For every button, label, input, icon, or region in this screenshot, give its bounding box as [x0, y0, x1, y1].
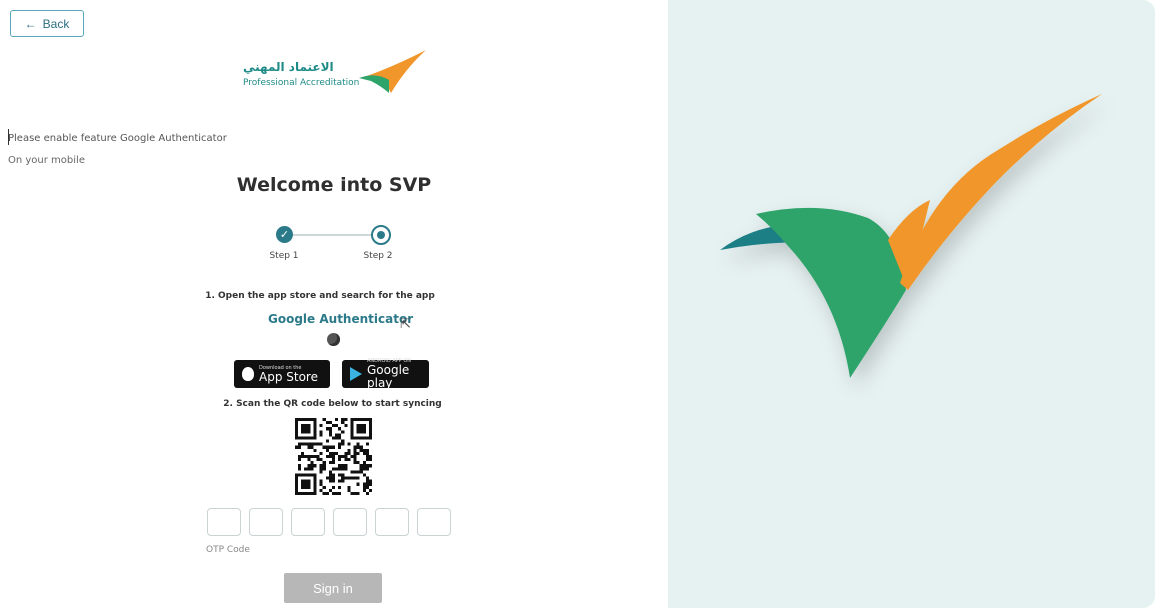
sign-in-button[interactable]: Sign in	[284, 573, 382, 603]
hint-line-2: On your mobile	[8, 155, 85, 166]
step-1-label: Step 1	[269, 251, 299, 261]
mouse-pointer-icon: ⇱	[400, 317, 411, 332]
instruction-step-2: 2. Scan the QR code below to start synci…	[223, 399, 442, 409]
accreditation-bird-icon	[720, 94, 1102, 378]
step-connector	[292, 234, 372, 236]
instruction-step-1: 1. Open the app store and search for the…	[205, 291, 435, 301]
otp-label: OTP Code	[206, 545, 250, 555]
brand-panel	[668, 0, 1155, 608]
google-authenticator-icon	[327, 333, 340, 346]
back-arrow-icon: ←	[24, 16, 37, 31]
logo-arabic-text: الاعتماد المهني	[243, 60, 334, 74]
app-store-big-text: App Store	[259, 369, 318, 384]
step-2-current-icon	[371, 225, 391, 245]
apple-icon	[242, 367, 254, 381]
otp-digit-input[interactable]	[333, 508, 367, 536]
otp-digit-input[interactable]	[291, 508, 325, 536]
stepper: ✓ Step 1 Step 2	[269, 223, 400, 263]
back-label: Back	[42, 16, 70, 31]
otp-digit-input[interactable]	[375, 508, 409, 536]
google-play-icon	[350, 367, 362, 381]
otp-digit-input[interactable]	[417, 508, 451, 536]
back-button[interactable]: ← Back	[10, 10, 84, 37]
app-store-button[interactable]: Download on the App Store	[234, 360, 330, 388]
step-2-label: Step 2	[363, 251, 393, 261]
hint-line-1: Please enable feature Google Authenticat…	[8, 133, 227, 144]
google-authenticator-link[interactable]: Google Authenticator	[268, 312, 413, 326]
step-1-check-icon: ✓	[276, 226, 293, 243]
page-title: Welcome into SVP	[236, 174, 432, 196]
logo-english-text: Professional Accreditation	[243, 78, 360, 88]
google-play-big-text: Google play	[367, 363, 410, 390]
otp-digit-input[interactable]	[207, 508, 241, 536]
login-panel: ← Back الاعتماد المهني Professional Accr…	[0, 0, 668, 608]
otp-input-row	[207, 508, 451, 536]
qr-code	[295, 418, 372, 495]
google-play-button[interactable]: ANDROID APP ON Google play	[342, 358, 429, 390]
otp-digit-input[interactable]	[249, 508, 283, 536]
